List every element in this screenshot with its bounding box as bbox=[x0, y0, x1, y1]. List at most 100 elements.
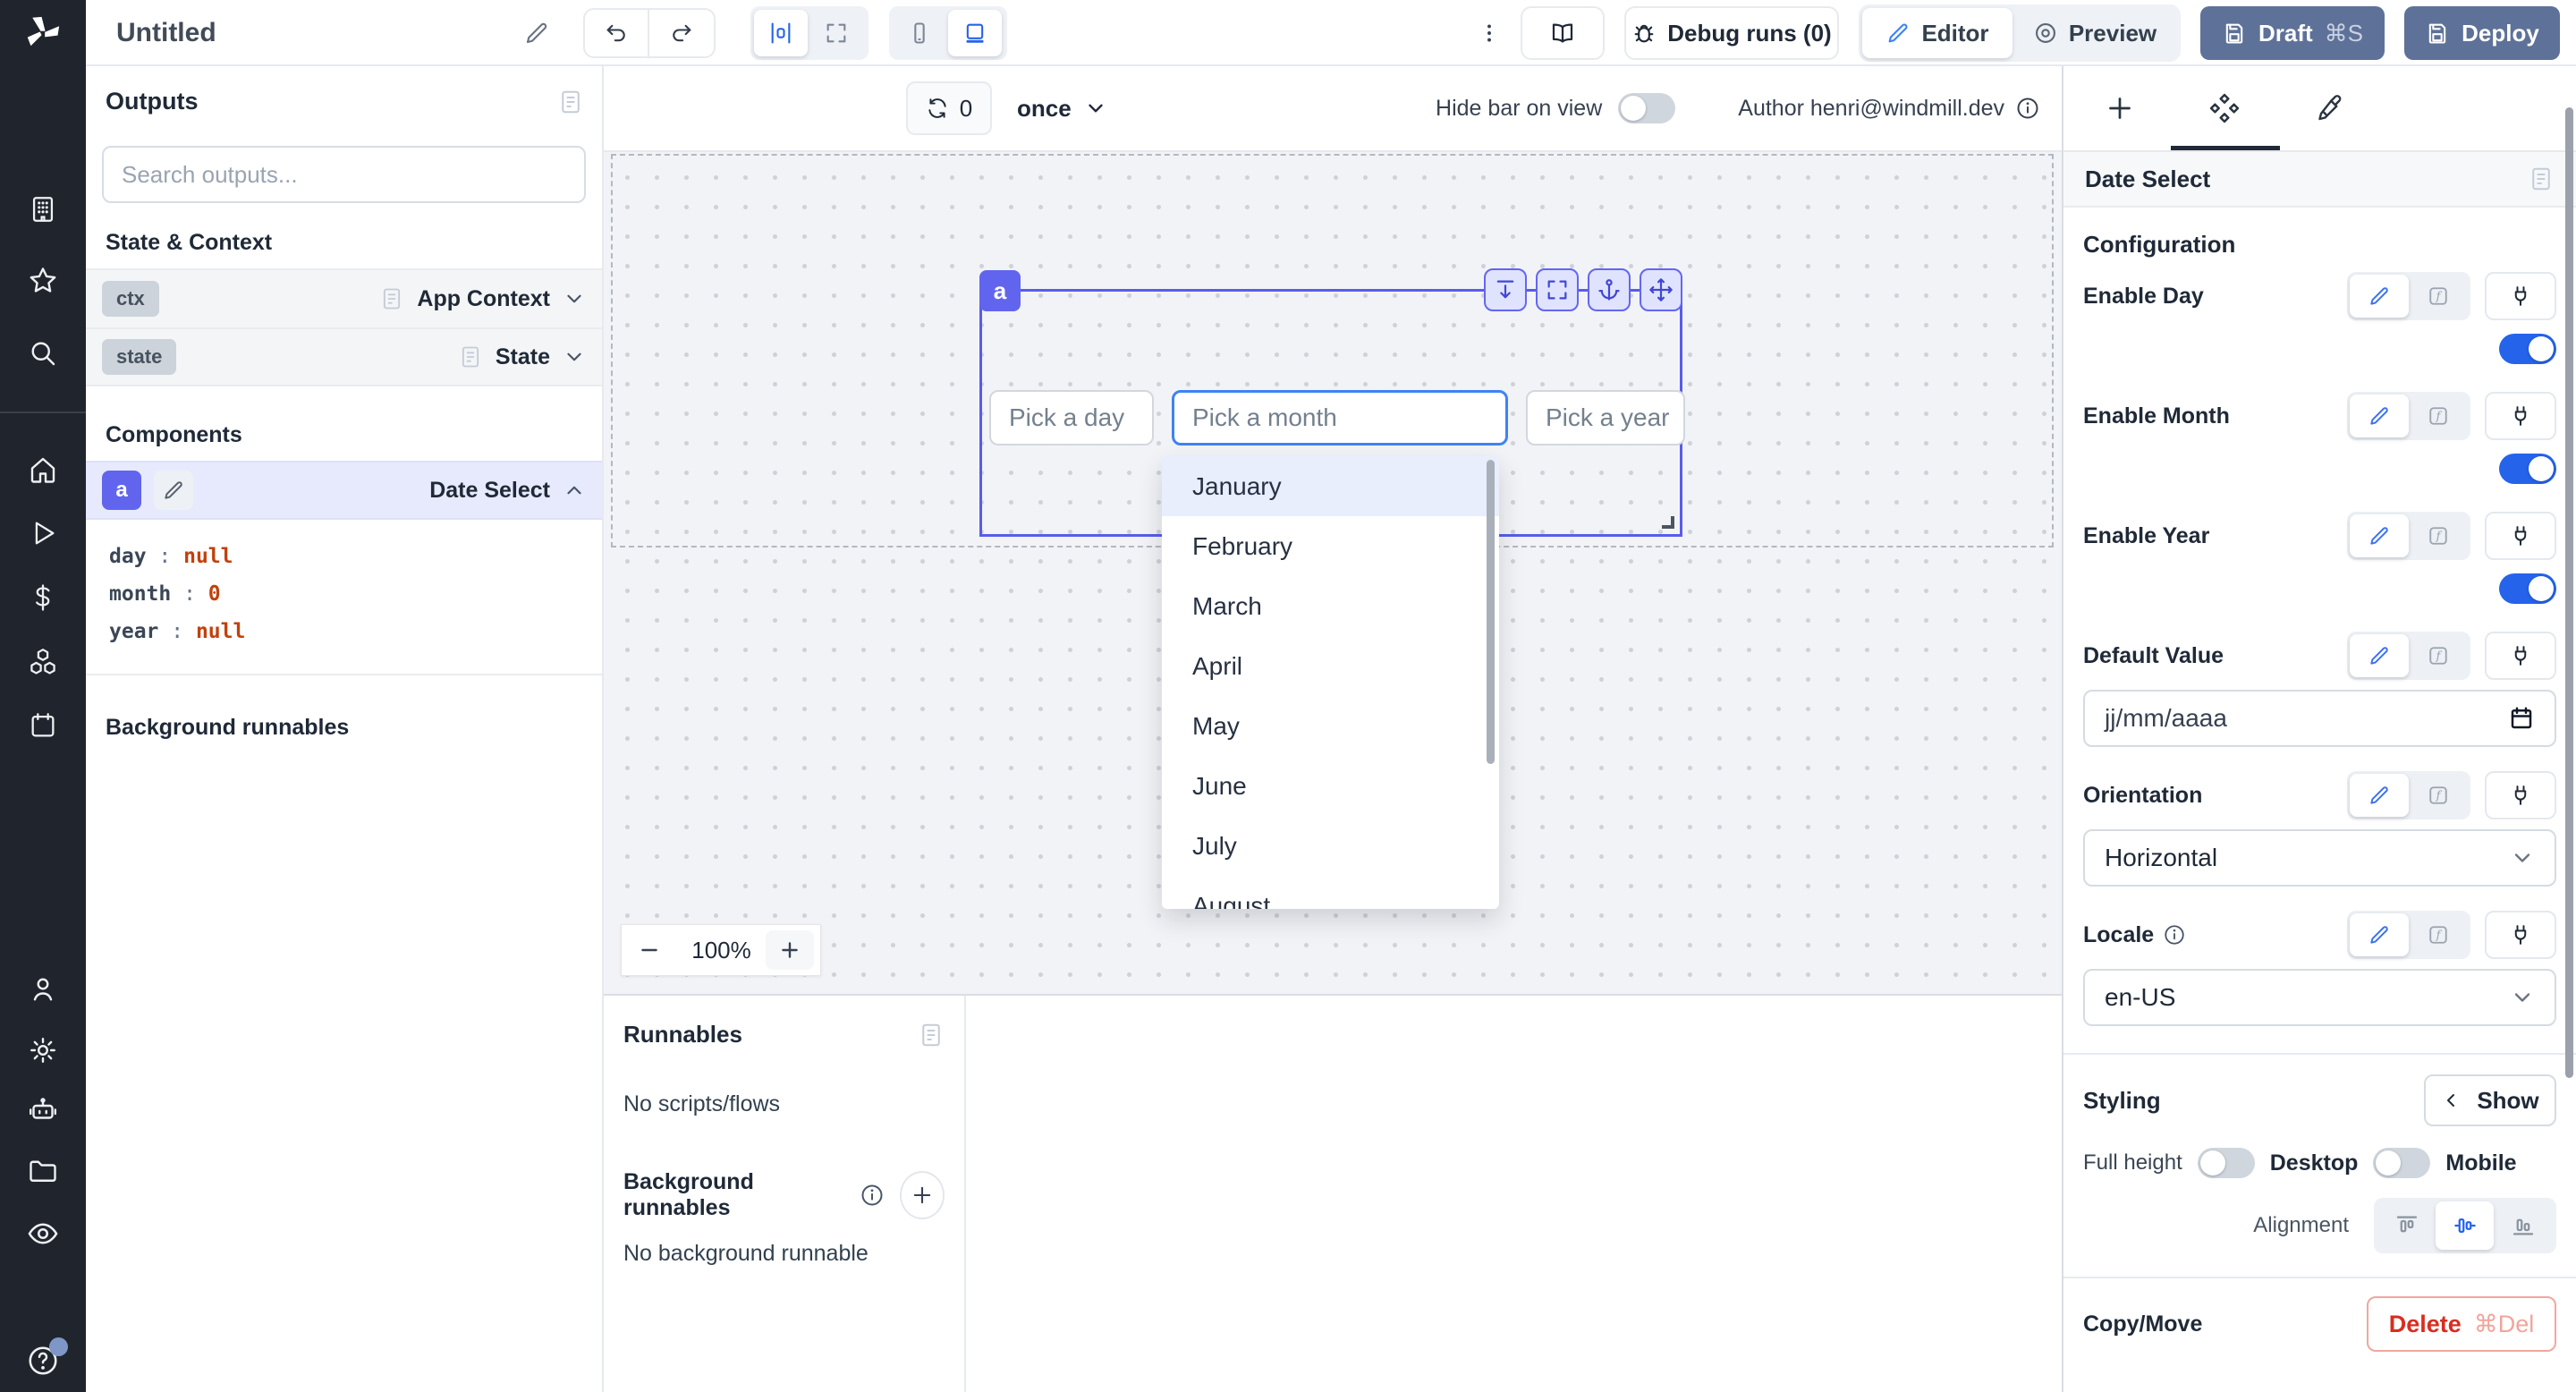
chevron-down-icon[interactable] bbox=[563, 287, 586, 310]
static-pencil-icon[interactable] bbox=[2350, 913, 2409, 956]
align-center-button[interactable] bbox=[2436, 1201, 2494, 1250]
variables-dollar-icon[interactable] bbox=[0, 582, 86, 613]
fill-height-button[interactable] bbox=[1484, 268, 1527, 311]
centered-layout-button[interactable] bbox=[754, 10, 808, 56]
month-input[interactable] bbox=[1172, 390, 1508, 446]
static-pencil-icon[interactable] bbox=[2350, 514, 2409, 557]
audit-eye-icon[interactable] bbox=[0, 1217, 86, 1251]
panel-doc-icon[interactable] bbox=[2528, 166, 2555, 192]
styling-show-button[interactable]: Show bbox=[2424, 1074, 2556, 1126]
year-input[interactable] bbox=[1526, 390, 1685, 446]
month-option[interactable]: March bbox=[1162, 576, 1499, 636]
tab-component-settings-icon[interactable] bbox=[2207, 91, 2241, 125]
desktop-view-button[interactable] bbox=[948, 10, 1002, 56]
connect-plug-button[interactable] bbox=[2485, 911, 2556, 959]
default-value-date-input[interactable]: jj/mm/aaaa bbox=[2083, 690, 2556, 747]
static-pencil-icon[interactable] bbox=[2350, 774, 2409, 817]
folders-icon[interactable] bbox=[0, 1156, 86, 1188]
delete-button[interactable]: Delete ⌘Del bbox=[2367, 1296, 2556, 1352]
tab-editor[interactable]: Editor bbox=[1862, 8, 2012, 58]
chevron-down-icon[interactable] bbox=[563, 345, 586, 369]
chevron-up-icon[interactable] bbox=[563, 479, 586, 502]
settings-panel-scrollbar[interactable] bbox=[2565, 107, 2573, 1078]
month-option[interactable]: June bbox=[1162, 756, 1499, 816]
user-icon[interactable] bbox=[0, 973, 86, 1006]
static-pencil-icon[interactable] bbox=[2350, 395, 2409, 437]
schedule-mode-dropdown[interactable]: once bbox=[1017, 95, 1107, 123]
mobile-view-button[interactable] bbox=[893, 10, 946, 56]
runs-play-icon[interactable] bbox=[0, 518, 86, 548]
month-option[interactable]: January bbox=[1162, 456, 1499, 516]
month-option[interactable]: August bbox=[1162, 876, 1499, 909]
component-row-a[interactable]: a Date Select bbox=[86, 461, 602, 520]
orientation-select[interactable]: Horizontal bbox=[2083, 829, 2556, 887]
full-height-toggle[interactable] bbox=[2198, 1148, 2255, 1178]
resources-cubes-icon[interactable] bbox=[0, 646, 86, 678]
connect-plug-button[interactable] bbox=[2485, 771, 2556, 819]
eval-function-icon[interactable]: f bbox=[2409, 783, 2468, 808]
align-bottom-button[interactable] bbox=[2494, 1201, 2552, 1250]
ctx-row[interactable]: ctx App Context bbox=[86, 268, 602, 327]
eval-function-icon[interactable]: f bbox=[2409, 523, 2468, 548]
docs-button[interactable] bbox=[1521, 6, 1605, 60]
redo-button[interactable] bbox=[649, 10, 714, 56]
panel-doc-icon[interactable] bbox=[918, 1022, 945, 1048]
state-row[interactable]: state State bbox=[86, 327, 602, 386]
debug-runs-button[interactable]: Debug runs (0) bbox=[1624, 6, 1839, 60]
month-option[interactable]: July bbox=[1162, 816, 1499, 876]
align-top-button[interactable] bbox=[2377, 1201, 2436, 1250]
month-option[interactable]: April bbox=[1162, 636, 1499, 696]
search-icon[interactable] bbox=[0, 337, 86, 369]
component-output-json[interactable]: day : null month : 0 year : null bbox=[86, 520, 602, 675]
full-width-button[interactable] bbox=[809, 10, 863, 56]
rename-pencil-icon[interactable] bbox=[154, 471, 193, 510]
edit-title-pencil-icon[interactable] bbox=[523, 0, 550, 66]
connect-plug-button[interactable] bbox=[2485, 272, 2556, 320]
locale-select[interactable]: en-US bbox=[2083, 969, 2556, 1026]
eval-function-icon[interactable]: f bbox=[2409, 922, 2468, 947]
zoom-in-button[interactable] bbox=[766, 930, 814, 970]
expand-button[interactable] bbox=[1536, 268, 1579, 311]
connect-plug-button[interactable] bbox=[2485, 392, 2556, 440]
workers-robot-icon[interactable] bbox=[0, 1095, 86, 1127]
tab-insert-plus-icon[interactable] bbox=[2104, 92, 2136, 124]
panel-doc-icon[interactable] bbox=[557, 89, 584, 115]
search-outputs-input[interactable] bbox=[122, 161, 584, 189]
resize-handle[interactable] bbox=[1662, 516, 1674, 529]
more-menu-icon[interactable] bbox=[1478, 21, 1501, 45]
workspace-icon[interactable] bbox=[0, 194, 86, 225]
tab-global-styling-icon[interactable] bbox=[2313, 92, 2345, 124]
info-icon[interactable] bbox=[2015, 96, 2040, 121]
anchor-button[interactable] bbox=[1588, 268, 1631, 311]
day-input[interactable] bbox=[989, 390, 1154, 446]
deploy-button[interactable]: Deploy bbox=[2404, 6, 2560, 60]
info-icon[interactable] bbox=[2163, 923, 2186, 946]
month-option[interactable]: May bbox=[1162, 696, 1499, 756]
add-background-runnable-button[interactable] bbox=[900, 1171, 945, 1219]
refresh-count-button[interactable]: 0 bbox=[906, 81, 992, 135]
undo-button[interactable] bbox=[585, 10, 649, 56]
settings-gear-icon[interactable] bbox=[0, 1034, 86, 1066]
eval-function-icon[interactable]: f bbox=[2409, 403, 2468, 429]
help-icon[interactable] bbox=[0, 1344, 86, 1378]
connect-plug-button[interactable] bbox=[2485, 632, 2556, 680]
component-badge[interactable]: a bbox=[979, 270, 1021, 311]
connect-plug-button[interactable] bbox=[2485, 512, 2556, 560]
desktop-toggle[interactable] bbox=[2373, 1148, 2430, 1178]
favorites-star-icon[interactable] bbox=[0, 265, 86, 297]
info-icon[interactable] bbox=[860, 1183, 885, 1208]
eval-function-icon[interactable]: f bbox=[2409, 643, 2468, 668]
draft-button[interactable]: Draft ⌘S bbox=[2200, 6, 2385, 60]
static-pencil-icon[interactable] bbox=[2350, 634, 2409, 677]
app-canvas[interactable]: a January February March April May June … bbox=[604, 152, 2062, 994]
eval-function-icon[interactable]: f bbox=[2409, 284, 2468, 309]
zoom-out-button[interactable] bbox=[622, 938, 677, 962]
enable-year-toggle[interactable] bbox=[2499, 573, 2556, 604]
windmill-logo[interactable] bbox=[0, 0, 86, 66]
enable-month-toggle[interactable] bbox=[2499, 454, 2556, 484]
month-option[interactable]: February bbox=[1162, 516, 1499, 576]
enable-day-toggle[interactable] bbox=[2499, 334, 2556, 364]
calendar-icon[interactable] bbox=[2508, 705, 2535, 732]
dropdown-scrollbar[interactable] bbox=[1487, 460, 1495, 764]
move-button[interactable] bbox=[1640, 268, 1682, 311]
